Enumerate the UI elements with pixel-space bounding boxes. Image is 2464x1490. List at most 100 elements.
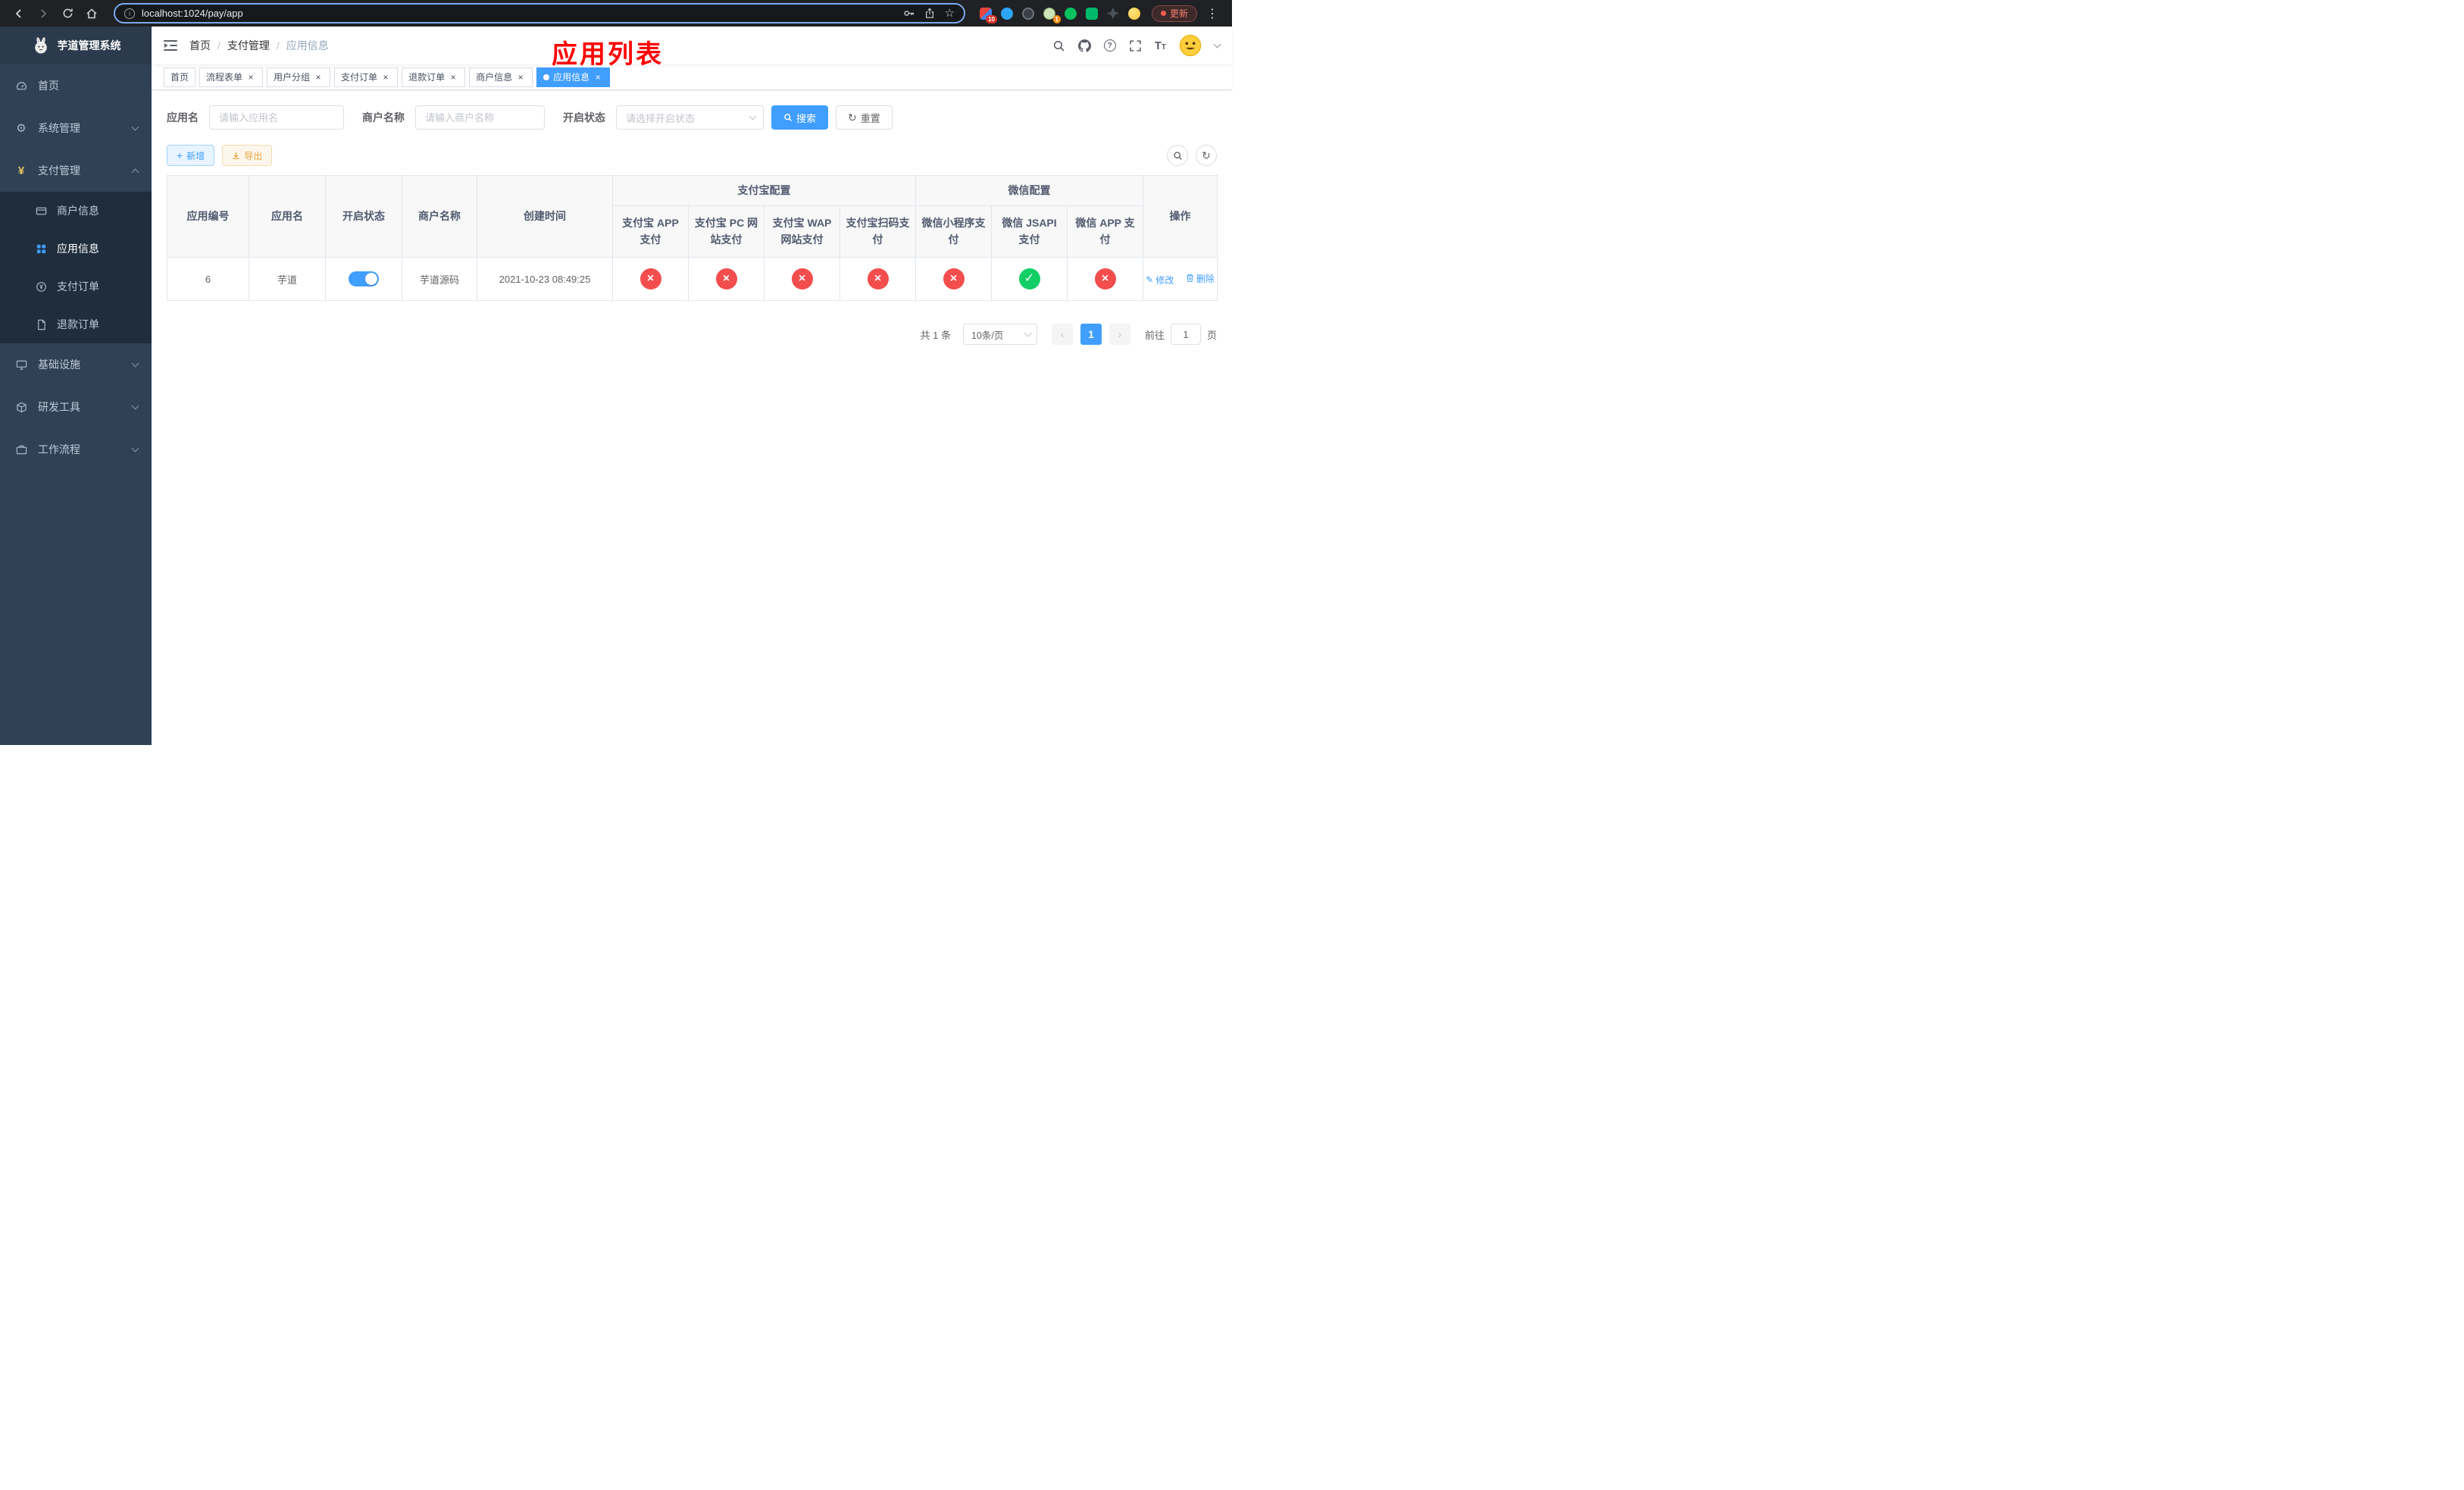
extension-emoji-icon[interactable] (1127, 7, 1141, 20)
reset-button[interactable]: ↻ 重置 (836, 105, 893, 130)
edit-icon: ✎ (1146, 274, 1154, 285)
plus-icon: + (177, 149, 183, 161)
browser-menu-icon[interactable]: ⋮ (1202, 6, 1223, 21)
font-size-icon[interactable]: TT (1155, 40, 1166, 52)
extension-pinwheel-icon[interactable] (1106, 7, 1120, 20)
tab-payment-order[interactable]: 支付订单 × (334, 67, 399, 87)
chevron-down-icon[interactable] (1213, 40, 1221, 48)
edit-button[interactable]: ✎ 修改 (1146, 274, 1174, 286)
col-wechat-app: 微信 APP 支付 (1067, 205, 1143, 258)
toggle-search-button[interactable] (1167, 145, 1188, 166)
group-alipay-config: 支付宝配置 (612, 175, 916, 206)
goto-page-input[interactable] (1170, 324, 1201, 345)
close-icon[interactable]: × (245, 72, 256, 83)
extension-drop-icon[interactable] (1000, 7, 1014, 20)
search-button[interactable]: 搜索 (771, 105, 829, 130)
sidebar-item-dev-tools[interactable]: 研发工具 (0, 386, 152, 428)
prev-page-button[interactable]: ‹ (1051, 324, 1073, 345)
extension-avatar-icon[interactable]: 1 (1043, 7, 1061, 23)
cell-actions: ✎ 修改 删除 (1143, 257, 1218, 301)
avatar[interactable] (1179, 34, 1202, 57)
tab-process-form[interactable]: 流程表单 × (199, 67, 264, 87)
forward-icon[interactable] (33, 4, 53, 23)
briefcase-icon (15, 443, 27, 455)
sidebar-subitem-app-info[interactable]: 应用信息 (0, 230, 152, 268)
chevron-down-icon (749, 112, 757, 121)
status-select[interactable]: 请选择开启状态 (616, 105, 764, 130)
chevron-down-icon (131, 444, 139, 452)
tab-refund-order[interactable]: 退款订单 × (402, 67, 466, 87)
sidebar-menu: 首页 ⚙ 系统管理 ¥ 支付管理 商户信息 应用信息 支付订单 退款订单 基础设… (0, 64, 152, 471)
extension-wechat-icon[interactable] (1064, 7, 1077, 20)
breadcrumb-home[interactable]: 首页 (189, 38, 211, 53)
home-icon[interactable] (82, 4, 102, 23)
dashboard-icon (15, 80, 27, 92)
close-icon[interactable]: × (448, 72, 458, 83)
extension-badge: 10 (986, 14, 997, 23)
hamburger-icon[interactable] (164, 39, 177, 52)
share-icon[interactable] (924, 8, 935, 19)
close-icon[interactable]: × (313, 72, 324, 83)
tab-home[interactable]: 首页 (164, 67, 196, 87)
pay-order-icon (35, 280, 47, 293)
next-page-button[interactable]: › (1108, 324, 1130, 345)
server-icon (15, 358, 27, 371)
sidebar: 芋道管理系统 首页 ⚙ 系统管理 ¥ 支付管理 商户信息 应用信息 支付订单 退… (0, 27, 152, 745)
site-info-icon[interactable]: i (124, 8, 135, 19)
wechat-mini-status-icon: × (943, 268, 965, 290)
chevron-down-icon (131, 123, 139, 131)
sidebar-subitem-merchant-info[interactable]: 商户信息 (0, 192, 152, 230)
alipay-wap-status-icon: × (791, 268, 813, 290)
github-icon[interactable] (1077, 39, 1091, 52)
app-name-input[interactable] (209, 105, 344, 130)
sidebar-subitem-payment-order[interactable]: 支付订单 (0, 268, 152, 305)
app-logo[interactable]: 芋道管理系统 (0, 27, 152, 64)
merchant-name-input[interactable] (415, 105, 545, 130)
col-app-name: 应用名 (249, 175, 326, 258)
extension-disc-icon[interactable] (1021, 7, 1035, 20)
add-button[interactable]: + 新增 (167, 145, 215, 166)
breadcrumb: 首页 / 支付管理 / 应用信息 (189, 38, 329, 53)
close-icon[interactable]: × (380, 72, 391, 83)
extension-adblock-icon[interactable]: 10 (979, 7, 997, 23)
page-size-select[interactable]: 10条/页 (962, 324, 1037, 345)
col-created: 创建时间 (477, 175, 613, 258)
page-button-1[interactable]: 1 (1080, 324, 1102, 345)
sidebar-subitem-refund-order[interactable]: 退款订单 (0, 305, 152, 343)
col-wechat-mini: 微信小程序支付 (915, 205, 992, 258)
col-status: 开启状态 (325, 175, 402, 258)
back-icon[interactable] (9, 4, 29, 23)
extension-docs-icon[interactable] (1085, 7, 1099, 20)
refund-doc-icon (35, 318, 47, 330)
logo-image (31, 36, 51, 55)
tab-user-group[interactable]: 用户分组 × (267, 67, 331, 87)
breadcrumb-payment[interactable]: 支付管理 (227, 38, 270, 53)
group-wechat-config: 微信配置 (915, 175, 1143, 206)
status-toggle[interactable] (349, 271, 379, 286)
url-bar[interactable]: i localhost:1024/pay/app ☆ (114, 3, 965, 23)
sidebar-item-payment-management[interactable]: ¥ 支付管理 (0, 149, 152, 192)
col-alipay-qr: 支付宝扫码支付 (840, 205, 916, 258)
status-label: 开启状态 (563, 111, 605, 124)
app-frame: 芋道管理系统 首页 ⚙ 系统管理 ¥ 支付管理 商户信息 应用信息 支付订单 退… (0, 27, 1232, 745)
search-icon[interactable] (1052, 39, 1065, 52)
delete-button[interactable]: 删除 (1186, 272, 1215, 285)
sidebar-item-workflow[interactable]: 工作流程 (0, 428, 152, 471)
password-key-icon[interactable] (903, 8, 915, 19)
export-button[interactable]: 导出 (222, 145, 273, 166)
browser-update-button[interactable]: 更新 (1151, 5, 1197, 22)
reload-icon[interactable] (58, 4, 77, 23)
sidebar-item-infrastructure[interactable]: 基础设施 (0, 343, 152, 386)
close-icon[interactable]: × (515, 72, 526, 83)
toolbox-icon (15, 401, 27, 413)
grid-icon (35, 243, 47, 255)
close-icon[interactable]: × (593, 72, 603, 83)
tab-merchant-info[interactable]: 商户信息 × (469, 67, 533, 87)
refresh-button[interactable]: ↻ (1196, 145, 1217, 166)
page-content: 应用名 商户名称 开启状态 请选择开启状态 搜索 (152, 90, 1232, 745)
sidebar-item-home[interactable]: 首页 (0, 64, 152, 107)
fullscreen-icon[interactable] (1129, 39, 1142, 52)
sidebar-item-system-management[interactable]: ⚙ 系统管理 (0, 107, 152, 149)
bookmark-star-icon[interactable]: ☆ (945, 8, 955, 19)
help-icon[interactable]: ? (1103, 39, 1116, 52)
